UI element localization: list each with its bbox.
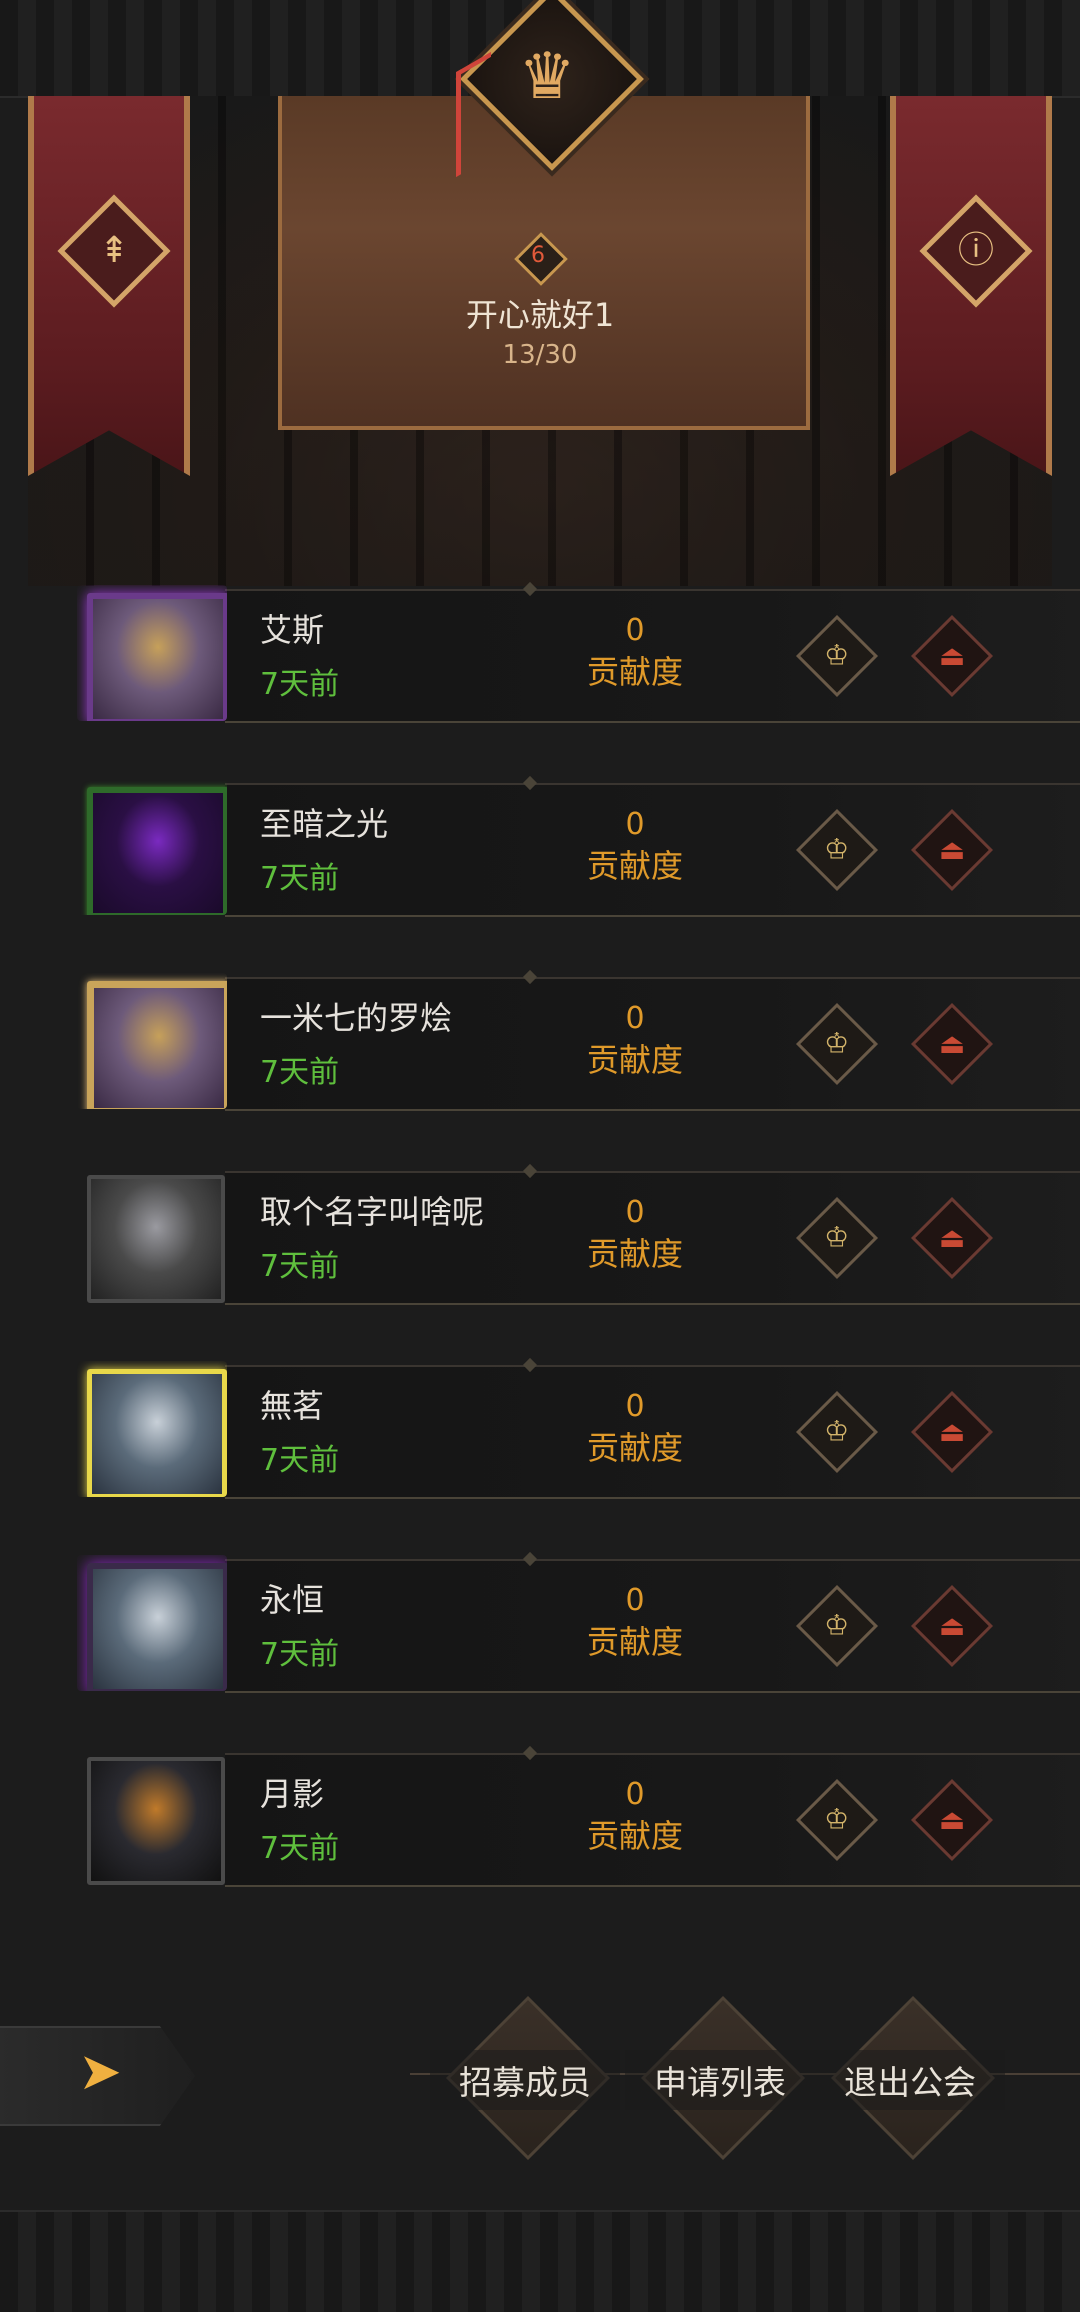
- right-banner[interactable]: ⓘ: [890, 96, 1052, 476]
- member-name: 艾斯: [260, 611, 325, 649]
- member-name: 無茗: [260, 1387, 325, 1425]
- guild-exp-progress: [456, 51, 491, 178]
- member-contribution-label: 贡献度: [586, 1429, 683, 1467]
- member-name: 取个名字叫啥呢: [260, 1193, 485, 1231]
- member-row[interactable]: 一米七的罗烩 7天前 0 贡献度 ♔ ⏏: [75, 973, 1080, 1111]
- guild-upgrade-icon[interactable]: ⇞: [57, 194, 171, 308]
- member-contribution-value: 0: [625, 1777, 645, 1812]
- member-avatar[interactable]: [77, 1361, 227, 1497]
- member-row[interactable]: 月影 7天前 0 贡献度 ♔ ⏏: [75, 1749, 1080, 1887]
- back-arrow-icon[interactable]: ➤: [60, 2042, 140, 2102]
- guild-member-count: 13/30: [502, 340, 578, 370]
- avatar-portrait: [87, 1175, 225, 1303]
- member-name: 至暗之光: [260, 805, 389, 843]
- member-contribution-value: 0: [625, 1001, 645, 1036]
- member-row[interactable]: 至暗之光 7天前 0 贡献度 ♔ ⏏: [75, 779, 1080, 917]
- member-avatar[interactable]: [77, 1749, 227, 1885]
- member-last-online: 7天前: [260, 1637, 340, 1672]
- avatar-portrait: [87, 787, 227, 915]
- member-contribution-label: 贡献度: [586, 1817, 683, 1855]
- avatar-portrait: [87, 1757, 225, 1885]
- member-contribution-label: 贡献度: [586, 1041, 683, 1079]
- guild-info-icon[interactable]: ⓘ: [919, 194, 1033, 308]
- member-row[interactable]: 永恒 7天前 0 贡献度 ♔ ⏏: [75, 1555, 1080, 1693]
- recruit-members-label: 招募成员: [430, 2050, 620, 2110]
- member-contribution-value: 0: [625, 613, 645, 648]
- member-avatar[interactable]: [77, 585, 227, 721]
- member-avatar[interactable]: [77, 779, 227, 915]
- quit-guild-button[interactable]: 退出公会: [815, 1995, 1005, 2161]
- avatar-portrait: [87, 981, 227, 1109]
- bottom-decorative-band: [0, 2210, 1080, 2312]
- member-last-online: 7天前: [260, 1831, 340, 1866]
- member-row[interactable]: 無茗 7天前 0 贡献度 ♔ ⏏: [75, 1361, 1080, 1499]
- member-name: 月影: [260, 1775, 325, 1813]
- member-contribution-label: 贡献度: [586, 1235, 683, 1273]
- member-contribution-value: 0: [625, 1583, 645, 1618]
- member-last-online: 7天前: [260, 667, 340, 702]
- member-row[interactable]: 艾斯 7天前 0 贡献度 ♔ ⏏: [75, 585, 1080, 723]
- avatar-portrait: [87, 1369, 227, 1497]
- member-last-online: 7天前: [260, 1055, 340, 1090]
- member-last-online: 7天前: [260, 1443, 340, 1478]
- member-row[interactable]: 取个名字叫啥呢 7天前 0 贡献度 ♔ ⏏: [75, 1167, 1080, 1305]
- member-name: 一米七的罗烩: [260, 999, 453, 1037]
- member-contribution-label: 贡献度: [586, 847, 683, 885]
- member-last-online: 7天前: [260, 1249, 340, 1284]
- member-avatar[interactable]: [77, 1167, 227, 1303]
- member-contribution-label: 贡献度: [586, 653, 683, 691]
- guild-name: 开心就好1: [465, 296, 615, 334]
- quit-guild-label: 退出公会: [815, 2050, 1005, 2110]
- member-avatar[interactable]: [77, 1555, 227, 1691]
- eagle-crest-icon: ♛: [518, 40, 576, 114]
- application-list-button[interactable]: 申请列表: [625, 1995, 815, 2161]
- member-last-online: 7天前: [260, 861, 340, 896]
- member-contribution-value: 0: [625, 807, 645, 842]
- member-contribution-value: 0: [625, 1389, 645, 1424]
- left-banner[interactable]: ⇞: [28, 96, 190, 476]
- guild-level: 6: [531, 243, 545, 268]
- member-avatar[interactable]: [77, 973, 227, 1109]
- member-contribution-label: 贡献度: [586, 1623, 683, 1661]
- recruit-members-button[interactable]: 招募成员: [430, 1995, 620, 2161]
- member-name: 永恒: [260, 1581, 325, 1619]
- avatar-portrait: [87, 1563, 227, 1691]
- member-contribution-value: 0: [625, 1195, 645, 1230]
- application-list-label: 申请列表: [625, 2050, 815, 2110]
- avatar-portrait: [87, 593, 227, 721]
